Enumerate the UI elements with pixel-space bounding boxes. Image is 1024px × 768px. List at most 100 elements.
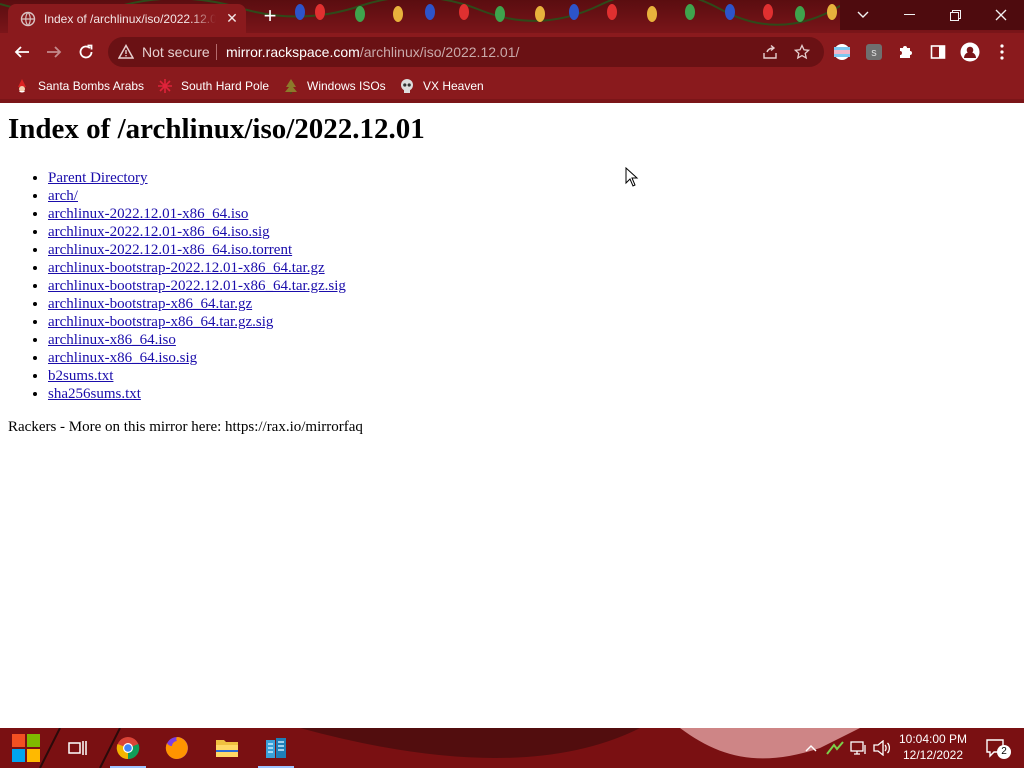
clock-time: 10:04:00 PM [898, 732, 968, 746]
bookmark-south-hard-pole[interactable]: South Hard Pole [157, 75, 269, 97]
restore-icon [949, 9, 961, 21]
side-panel-icon [930, 45, 946, 59]
bookmarks-bar: Santa Bombs Arabs South Hard Pole Window… [0, 71, 1024, 99]
network-button[interactable] [848, 728, 870, 768]
bookmark-label: South Hard Pole [181, 79, 270, 93]
side-panel-button[interactable] [928, 42, 948, 62]
task-view-icon [68, 741, 87, 755]
snowflake-icon [157, 78, 173, 94]
task-view-button[interactable] [54, 728, 102, 768]
tab-close-icon[interactable]: ✕ [224, 10, 240, 27]
globe-icon [20, 11, 36, 26]
file-link[interactable]: archlinux-bootstrap-x86_64.tar.gz [48, 296, 252, 312]
forward-button[interactable] [41, 39, 67, 65]
santa-icon [14, 78, 30, 94]
bookmark-star-icon[interactable] [794, 44, 810, 60]
browser-window: Index of /archlinux/iso/2022.12.01/ ✕ + [0, 0, 1024, 103]
taskbar-file-explorer[interactable] [203, 728, 251, 768]
mouse-cursor-icon [625, 167, 639, 187]
file-link[interactable]: archlinux-bootstrap-x86_64.tar.gz.sig [48, 314, 273, 330]
file-link[interactable]: b2sums.txt [48, 368, 113, 384]
firefox-icon [165, 737, 188, 759]
list-item: arch/ [48, 188, 346, 206]
tray-app-button[interactable] [823, 728, 847, 768]
notification-center-button[interactable]: 2 [978, 728, 1014, 768]
mirror-footer-text: Rackers - More on this mirror here: http… [8, 419, 363, 435]
svg-text:s: s [871, 47, 877, 59]
bookmark-santa-bombs-arabs[interactable]: Santa Bombs Arabs [14, 75, 144, 97]
list-item: archlinux-bootstrap-x86_64.tar.gz.sig [48, 314, 346, 332]
address-bar[interactable]: Not secure mirror.rackspace.com/archlinu… [108, 37, 824, 67]
reload-button[interactable] [73, 39, 99, 65]
volume-button[interactable] [871, 728, 893, 768]
taskbar-chrome[interactable] [104, 728, 152, 768]
chrome-icon [116, 737, 140, 760]
divider [216, 44, 217, 60]
file-link[interactable]: archlinux-2022.12.01-x86_64.iso.torrent [48, 242, 292, 258]
warning-icon[interactable] [118, 44, 134, 60]
list-item: archlinux-bootstrap-2022.12.01-x86_64.ta… [48, 278, 346, 296]
list-item: archlinux-2022.12.01-x86_64.iso [48, 206, 346, 224]
chevron-up-icon [805, 745, 817, 752]
close-window-button[interactable] [978, 0, 1024, 30]
system-clock[interactable]: 10:04:00 PM 12/12/2022 [896, 731, 970, 763]
list-item: archlinux-x86_64.iso [48, 332, 346, 350]
security-status[interactable]: Not secure [142, 44, 210, 60]
network-icon [850, 741, 866, 755]
bookmark-vx-heaven[interactable]: VX Heaven [399, 75, 484, 97]
start-button[interactable] [2, 728, 50, 768]
menu-button[interactable] [992, 42, 1012, 62]
new-tab-button[interactable]: + [258, 5, 282, 29]
file-link[interactable]: arch/ [48, 188, 78, 204]
show-hidden-icons-button[interactable] [800, 728, 822, 768]
profile-button[interactable] [960, 42, 980, 62]
url-text[interactable]: mirror.rackspace.com/archlinux/iso/2022.… [226, 44, 519, 60]
notification-count-badge: 2 [997, 745, 1011, 759]
puzzle-icon [900, 46, 912, 58]
bookmark-windows-isos[interactable]: Windows ISOs [283, 75, 386, 97]
reload-icon [79, 44, 93, 59]
share-icon[interactable] [762, 44, 778, 60]
restore-button[interactable] [932, 0, 978, 30]
tab-search-button[interactable] [840, 0, 886, 30]
clock-date: 12/12/2022 [902, 748, 964, 762]
file-link[interactable]: archlinux-bootstrap-2022.12.01-x86_64.ta… [48, 278, 346, 294]
taskbar-firefox[interactable] [153, 728, 201, 768]
file-link[interactable]: archlinux-2022.12.01-x86_64.iso [48, 206, 248, 222]
taskbar-app[interactable] [252, 728, 300, 768]
tab-strip: Index of /archlinux/iso/2022.12.01/ ✕ + [0, 0, 1024, 33]
minimize-button[interactable] [886, 0, 932, 30]
web-page-content: Index of /archlinux/iso/2022.12.01 Paren… [0, 103, 1024, 728]
file-link[interactable]: archlinux-x86_64.iso.sig [48, 350, 197, 366]
kebab-menu-icon [1000, 44, 1004, 60]
extension-flag-button[interactable] [832, 42, 852, 62]
close-icon [995, 9, 1007, 21]
file-link[interactable]: archlinux-bootstrap-2022.12.01-x86_64.ta… [48, 260, 325, 276]
bookmark-label: Santa Bombs Arabs [38, 79, 145, 93]
chevron-down-icon [857, 11, 869, 18]
back-button[interactable] [9, 39, 35, 65]
skull-icon [399, 78, 415, 94]
url-host: mirror.rackspace.com [226, 44, 360, 60]
list-item: archlinux-bootstrap-2022.12.01-x86_64.ta… [48, 260, 346, 278]
bookmark-label: VX Heaven [423, 79, 484, 93]
page-title: Index of /archlinux/iso/2022.12.01 [8, 113, 425, 145]
bookmark-label: Windows ISOs [307, 79, 386, 93]
windows-taskbar: 10:04:00 PM 12/12/2022 2 [0, 728, 1024, 768]
browser-tab-active[interactable]: Index of /archlinux/iso/2022.12.01/ ✕ [8, 4, 246, 33]
tray-app-icon [826, 741, 844, 755]
extensions-button[interactable] [896, 42, 916, 62]
parent-directory-link[interactable]: Parent Directory [48, 170, 148, 186]
list-item: b2sums.txt [48, 368, 346, 386]
file-link[interactable]: archlinux-2022.12.01-x86_64.iso.sig [48, 224, 270, 240]
minimize-icon [903, 14, 915, 15]
file-link[interactable]: sha256sums.txt [48, 386, 141, 402]
list-item: archlinux-2022.12.01-x86_64.iso.sig [48, 224, 346, 242]
file-link[interactable]: archlinux-x86_64.iso [48, 332, 176, 348]
extension-s-button[interactable]: s [864, 42, 884, 62]
tree-icon [283, 78, 299, 94]
arrow-right-icon [47, 46, 62, 58]
browser-toolbar: Not secure mirror.rackspace.com/archlinu… [0, 33, 1024, 71]
directory-listing: Parent Directory arch/ archlinux-2022.12… [48, 170, 346, 404]
list-item: archlinux-x86_64.iso.sig [48, 350, 346, 368]
